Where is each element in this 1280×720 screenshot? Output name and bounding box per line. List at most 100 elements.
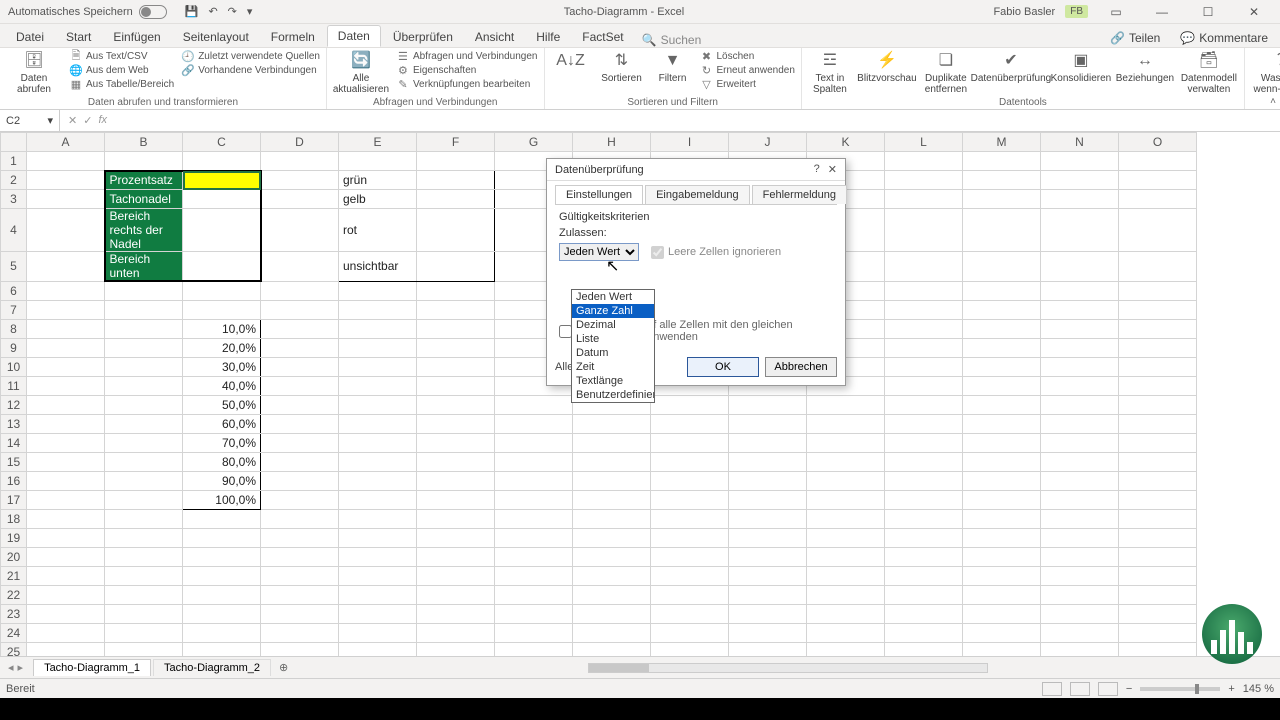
cell[interactable] [885, 433, 963, 452]
cell[interactable] [27, 566, 105, 585]
cell[interactable] [729, 547, 807, 566]
cell[interactable] [573, 585, 651, 604]
cell[interactable] [963, 547, 1041, 566]
recent-sources[interactable]: 🕘Zuletzt verwendete Quellen [182, 50, 320, 62]
clear-filter[interactable]: ✖Löschen [701, 50, 795, 62]
share-button[interactable]: 🔗Teilen [1104, 29, 1166, 47]
cell[interactable] [183, 547, 261, 566]
cell[interactable] [963, 152, 1041, 171]
cell[interactable] [807, 566, 885, 585]
redo-icon[interactable]: ↷ [228, 5, 237, 18]
cell[interactable] [339, 300, 417, 319]
row-header[interactable]: 16 [1, 471, 27, 490]
cell[interactable] [1041, 281, 1119, 300]
row-header[interactable]: 20 [1, 547, 27, 566]
cell[interactable] [963, 623, 1041, 642]
cell[interactable] [27, 585, 105, 604]
cell[interactable] [261, 471, 339, 490]
cell[interactable] [183, 281, 261, 300]
cell[interactable] [417, 528, 495, 547]
cell[interactable] [339, 585, 417, 604]
cell[interactable] [417, 319, 495, 338]
cell[interactable] [27, 604, 105, 623]
cell[interactable] [729, 642, 807, 656]
cell[interactable] [1041, 509, 1119, 528]
cell[interactable] [1041, 452, 1119, 471]
cell[interactable] [105, 452, 183, 471]
cancel-fx-icon[interactable]: ✕ [68, 114, 77, 127]
cell[interactable]: 80,0% [183, 452, 261, 471]
cell[interactable] [1119, 338, 1197, 357]
cell[interactable] [105, 414, 183, 433]
row-header[interactable]: 6 [1, 281, 27, 300]
cancel-button[interactable]: Abbrechen [765, 357, 837, 377]
cell[interactable] [261, 604, 339, 623]
cell[interactable] [573, 623, 651, 642]
cell[interactable] [573, 566, 651, 585]
cell[interactable]: Bereich rechts der Nadel [105, 209, 183, 252]
cell[interactable] [729, 471, 807, 490]
cell[interactable] [1119, 528, 1197, 547]
row-header[interactable]: 15 [1, 452, 27, 471]
row-header[interactable]: 25 [1, 642, 27, 656]
cell[interactable]: unsichtbar [339, 252, 417, 282]
cell[interactable] [573, 604, 651, 623]
cell[interactable]: rot [339, 209, 417, 252]
cell[interactable] [495, 528, 573, 547]
allow-option[interactable]: Dezimal [572, 318, 654, 332]
cell[interactable] [651, 471, 729, 490]
cell[interactable] [261, 547, 339, 566]
cell[interactable] [417, 190, 495, 209]
row-header[interactable]: 24 [1, 623, 27, 642]
cell[interactable] [573, 547, 651, 566]
cell[interactable] [339, 471, 417, 490]
cell[interactable] [573, 642, 651, 656]
cell[interactable] [963, 252, 1041, 282]
cell[interactable] [27, 414, 105, 433]
row-header[interactable]: 19 [1, 528, 27, 547]
cell[interactable] [1119, 471, 1197, 490]
tab-ansicht[interactable]: Ansicht [465, 27, 524, 47]
cell[interactable]: Prozentsatz [105, 171, 183, 190]
sheet-tab-2[interactable]: Tacho-Diagramm_2 [153, 659, 271, 676]
cell[interactable] [1041, 171, 1119, 190]
fx-icon[interactable]: fx [98, 114, 107, 127]
cell[interactable] [339, 319, 417, 338]
cell[interactable] [27, 152, 105, 171]
data-validation-button[interactable]: ✔Datenüberprüfung [978, 50, 1044, 84]
cell[interactable] [1119, 547, 1197, 566]
cell[interactable] [885, 528, 963, 547]
cell[interactable] [417, 490, 495, 509]
cell[interactable] [261, 452, 339, 471]
page-break-view-icon[interactable] [1098, 682, 1118, 696]
cell[interactable] [963, 604, 1041, 623]
col-header[interactable]: A [27, 133, 105, 152]
row-header[interactable]: 4 [1, 209, 27, 252]
chevron-down-icon[interactable]: ▾ [47, 114, 53, 127]
tab-datei[interactable]: Datei [6, 27, 54, 47]
cell[interactable] [963, 585, 1041, 604]
cell[interactable] [417, 642, 495, 656]
allow-dropdown-list[interactable]: Jeden WertGanze ZahlDezimalListeDatumZei… [571, 289, 655, 403]
enter-fx-icon[interactable]: ✓ [83, 114, 92, 127]
save-icon[interactable]: 💾 [185, 5, 199, 18]
cell[interactable] [105, 357, 183, 376]
cell[interactable] [885, 319, 963, 338]
allow-option[interactable]: Ganze Zahl [572, 304, 654, 318]
zoom-in-icon[interactable]: + [1228, 683, 1234, 695]
cell[interactable] [495, 471, 573, 490]
cell[interactable] [105, 585, 183, 604]
cell[interactable] [1041, 300, 1119, 319]
allow-option[interactable]: Textlänge [572, 374, 654, 388]
cell[interactable] [183, 190, 261, 209]
cell[interactable] [885, 490, 963, 509]
cell[interactable] [573, 509, 651, 528]
properties[interactable]: ⚙Eigenschaften [397, 64, 538, 76]
cell[interactable] [651, 414, 729, 433]
cell[interactable]: 50,0% [183, 395, 261, 414]
cell[interactable] [885, 252, 963, 282]
cell[interactable] [1041, 433, 1119, 452]
cell[interactable] [1119, 376, 1197, 395]
cell[interactable] [27, 300, 105, 319]
cell[interactable] [27, 376, 105, 395]
